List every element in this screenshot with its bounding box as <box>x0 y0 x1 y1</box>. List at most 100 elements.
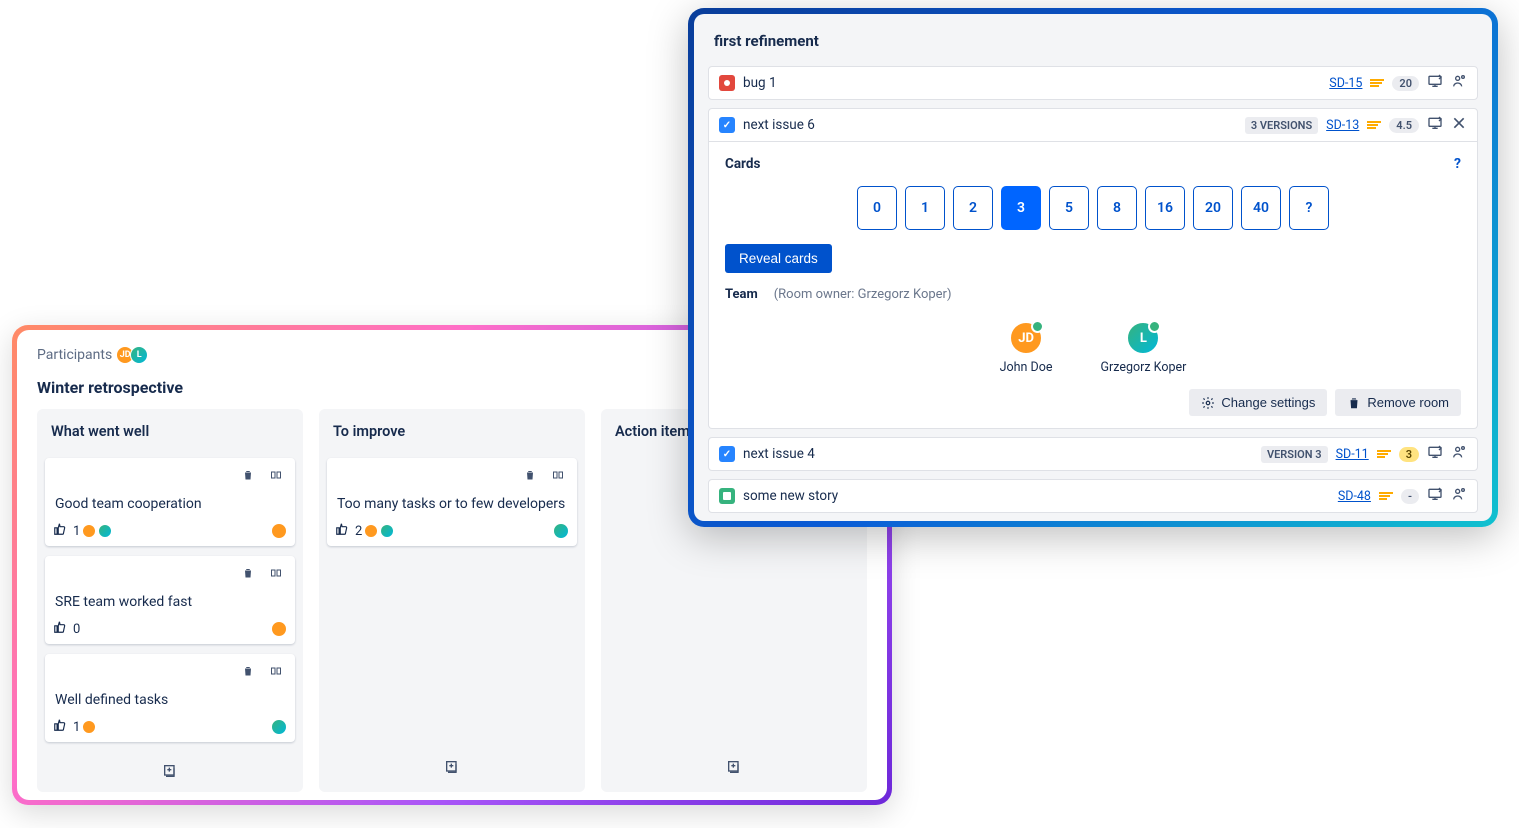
thumbs-up-icon <box>53 718 67 736</box>
like-count: 0 <box>73 622 80 637</box>
retro-column-to-improve: To improve Too many tasks or to few deve… <box>319 409 585 792</box>
add-card-button[interactable] <box>441 756 463 778</box>
issue-name: some new story <box>743 488 838 504</box>
card-text: Well defined tasks <box>53 692 287 708</box>
card-author-avatar <box>271 719 287 735</box>
participants-label: Participants <box>37 347 112 363</box>
card-author-avatar <box>553 523 569 539</box>
retro-card[interactable]: SRE team worked fast 0 <box>45 556 295 644</box>
present-icon[interactable] <box>1427 444 1443 464</box>
issue-row[interactable]: some new story SD-48 - <box>708 479 1478 513</box>
priority-icon <box>1379 492 1393 500</box>
change-settings-button[interactable]: Change settings <box>1189 389 1327 416</box>
retro-card[interactable]: Too many tasks or to few developers 2 <box>327 458 577 546</box>
priority-icon <box>1367 121 1381 129</box>
card-likes[interactable]: 1 <box>53 522 112 540</box>
card-mode-icon[interactable] <box>265 660 287 682</box>
issue-key-link[interactable]: SD-11 <box>1336 447 1369 462</box>
card-mode-icon[interactable] <box>547 464 569 486</box>
estimate-badge: 20 <box>1392 76 1419 91</box>
like-count: 1 <box>73 720 80 735</box>
card-likes[interactable]: 0 <box>53 620 80 638</box>
poker-cards-row: 012358162040? <box>725 186 1461 230</box>
retro-column-went-well: What went well Good team cooperation 1 <box>37 409 303 792</box>
story-icon <box>719 488 735 504</box>
poker-card-40[interactable]: 40 <box>1241 186 1281 230</box>
gear-icon <box>1201 396 1215 410</box>
team-member: JD John Doe <box>1000 322 1053 375</box>
issue-name: bug 1 <box>743 75 777 91</box>
participant-avatars: JD L <box>120 346 148 364</box>
assign-icon[interactable] <box>1451 444 1467 464</box>
poker-card-1[interactable]: 1 <box>905 186 945 230</box>
add-card-button[interactable] <box>159 760 181 782</box>
versions-pill: 3 VERSIONS <box>1245 117 1318 134</box>
like-count: 1 <box>73 524 80 539</box>
add-card-button[interactable] <box>723 756 745 778</box>
thumbs-up-icon <box>335 522 349 540</box>
bug-icon <box>719 75 735 91</box>
card-text: SRE team worked fast <box>53 594 287 610</box>
priority-icon <box>1377 450 1391 458</box>
column-title: What went well <box>45 419 295 458</box>
member-name: Grzegorz Koper <box>1101 360 1187 375</box>
estimate-badge: - <box>1401 489 1419 504</box>
poker-card-3[interactable]: 3 <box>1001 186 1041 230</box>
issue-row[interactable]: bug 1 SD-15 20 <box>708 66 1478 100</box>
cards-section-title: Cards <box>725 156 760 172</box>
poker-card-2[interactable]: 2 <box>953 186 993 230</box>
present-icon[interactable] <box>1427 73 1443 93</box>
issue-key-link[interactable]: SD-13 <box>1326 118 1359 133</box>
assign-icon[interactable] <box>1451 486 1467 506</box>
trash-icon <box>1347 396 1361 410</box>
assign-icon[interactable] <box>1451 73 1467 93</box>
task-icon <box>719 446 735 462</box>
poker-card-8[interactable]: 8 <box>1097 186 1137 230</box>
close-icon[interactable] <box>1451 115 1467 135</box>
poker-card-16[interactable]: 16 <box>1145 186 1185 230</box>
present-icon[interactable] <box>1427 115 1443 135</box>
reveal-cards-button[interactable]: Reveal cards <box>725 244 832 273</box>
retro-card[interactable]: Well defined tasks 1 <box>45 654 295 742</box>
card-likes[interactable]: 2 <box>335 522 394 540</box>
retro-card[interactable]: Good team cooperation 1 <box>45 458 295 546</box>
avatar: JD <box>1010 322 1042 354</box>
remove-room-label: Remove room <box>1367 395 1449 410</box>
remove-room-button[interactable]: Remove room <box>1335 389 1461 416</box>
issue-row[interactable]: next issue 6 3 VERSIONS SD-13 4.5 <box>708 108 1478 142</box>
card-likes[interactable]: 1 <box>53 718 96 736</box>
issue-name: next issue 6 <box>743 117 815 133</box>
present-icon[interactable] <box>1427 486 1443 506</box>
issue-row[interactable]: next issue 4 VERSION 3 SD-11 3 <box>708 437 1478 471</box>
avatar: L <box>1127 322 1159 354</box>
trash-icon[interactable] <box>237 464 259 486</box>
card-mode-icon[interactable] <box>265 562 287 584</box>
refinement-title: first refinement <box>708 28 1478 58</box>
avatar <box>98 524 112 538</box>
estimate-badge: 4.5 <box>1389 118 1419 133</box>
card-text: Too many tasks or to few developers <box>335 496 569 512</box>
poker-card-20[interactable]: 20 <box>1193 186 1233 230</box>
refinement-window: first refinement bug 1 SD-15 20 next iss… <box>688 8 1498 527</box>
task-icon <box>719 117 735 133</box>
poker-card-?[interactable]: ? <box>1289 186 1329 230</box>
team-members: JD John Doe L Grzegorz Koper <box>725 322 1461 375</box>
issue-key-link[interactable]: SD-48 <box>1338 489 1371 504</box>
thumbs-up-icon <box>53 522 67 540</box>
column-title: To improve <box>327 419 577 458</box>
versions-pill: VERSION 3 <box>1261 446 1328 463</box>
help-icon[interactable]: ? <box>1454 156 1461 172</box>
issue-key-link[interactable]: SD-15 <box>1329 76 1362 91</box>
card-mode-icon[interactable] <box>265 464 287 486</box>
poker-card-5[interactable]: 5 <box>1049 186 1089 230</box>
trash-icon[interactable] <box>237 660 259 682</box>
avatar <box>364 524 378 538</box>
poker-card-0[interactable]: 0 <box>857 186 897 230</box>
change-settings-label: Change settings <box>1221 395 1315 410</box>
voted-badge-icon <box>1031 320 1044 333</box>
trash-icon[interactable] <box>237 562 259 584</box>
refinement-panel: first refinement bug 1 SD-15 20 next iss… <box>694 14 1492 521</box>
trash-icon[interactable] <box>519 464 541 486</box>
avatar <box>380 524 394 538</box>
team-label: Team <box>725 287 758 302</box>
